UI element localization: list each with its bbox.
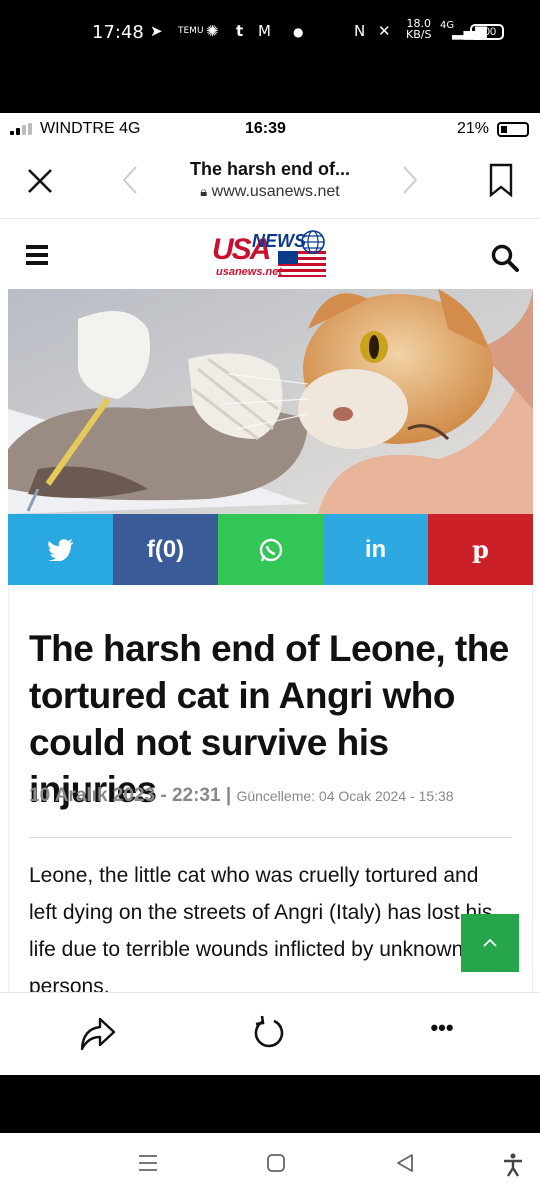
- page-title: The harsh end of...: [189, 159, 350, 179]
- facebook-share-button[interactable]: f(0): [113, 514, 218, 585]
- tumblr-icon: t: [236, 22, 244, 40]
- site-logo[interactable]: USA NEWS usanews.net: [212, 229, 330, 281]
- battery-percent: 21%: [457, 120, 490, 137]
- article: The harsh end of Leone, the tortured cat…: [8, 585, 533, 1005]
- back-chevron-icon[interactable]: [120, 165, 140, 195]
- temu-icon: TEMU: [178, 26, 204, 36]
- lock-icon: 🔒︎: [200, 184, 208, 199]
- hero-image: [8, 289, 533, 514]
- divider: [29, 837, 512, 838]
- twitter-icon: [47, 538, 73, 561]
- facebook-icon: f(0): [146, 535, 185, 563]
- hamburger-menu-icon[interactable]: [26, 245, 48, 265]
- search-icon[interactable]: [490, 243, 520, 273]
- recent-apps-icon[interactable]: [137, 1153, 159, 1173]
- forward-chevron-icon[interactable]: [400, 165, 420, 195]
- twitter-share-button[interactable]: [8, 514, 113, 585]
- pinterest-share-button[interactable]: p: [428, 514, 533, 585]
- pinterest-icon: p: [472, 535, 489, 564]
- reload-icon[interactable]: [252, 1013, 288, 1051]
- globe-icon: [301, 230, 325, 254]
- dot-icon: ●: [293, 25, 304, 39]
- carrier-name: WINDTRE 4G: [40, 120, 141, 137]
- inner-status-bar: WINDTRE 4G 16:39 21%: [0, 113, 540, 143]
- back-icon[interactable]: [395, 1153, 415, 1173]
- gmail-icon: M: [258, 22, 271, 40]
- browser-header: The harsh end of... 🔒︎ www.usanews.net: [0, 143, 540, 219]
- home-icon[interactable]: [266, 1153, 286, 1173]
- whatsapp-icon: [259, 538, 282, 561]
- article-body: Leone, the little cat who was cruelly to…: [29, 864, 493, 998]
- inner-clock: 16:39: [245, 120, 286, 137]
- chevron-up-icon: [483, 938, 497, 947]
- android-nav-bar: [0, 1133, 540, 1200]
- battery-icon: [497, 122, 529, 137]
- share-bar: f(0) in p: [8, 514, 533, 585]
- battery-indicator: 100: [470, 24, 504, 40]
- site-header: USA NEWS usanews.net: [0, 219, 540, 289]
- linkedin-icon: in: [364, 535, 387, 563]
- meta-separator: |: [225, 785, 237, 806]
- logo-subtitle: usanews.net: [216, 266, 283, 278]
- nfc-icon: N: [354, 22, 366, 40]
- close-icon[interactable]: [26, 167, 54, 195]
- app-notification-icon: ✺: [206, 22, 219, 40]
- share-icon[interactable]: [78, 1015, 118, 1053]
- injured-cat-photo: [8, 289, 533, 514]
- accessibility-icon[interactable]: [502, 1153, 524, 1177]
- url-text: www.usanews.net: [211, 183, 340, 200]
- outer-clock: 17:48: [92, 22, 144, 43]
- cellular-signal-icon: [10, 123, 36, 135]
- scroll-to-top-button[interactable]: [461, 914, 519, 972]
- linkedin-share-button[interactable]: in: [323, 514, 428, 585]
- publish-date: 10 Aralık 2023 - 22:31: [29, 785, 221, 806]
- phone-screen: WINDTRE 4G 16:39 21% The harsh end of...…: [0, 113, 540, 1075]
- mute-icon: ✕: [378, 22, 391, 40]
- page-url: 🔒︎ www.usanews.net: [150, 183, 390, 201]
- whatsapp-share-button[interactable]: [218, 514, 323, 585]
- net-speed: 18.0 KB/S: [406, 18, 431, 40]
- outer-status-bar: 17:48 ➤ TEMU ✺ t M ● N ✕ 18.0 KB/S 4G ▂▄▆…: [0, 0, 540, 113]
- more-options-icon[interactable]: •••: [425, 1015, 459, 1049]
- bookmark-icon[interactable]: [488, 163, 514, 197]
- update-date: Güncelleme: 04 Ocak 2024 - 15:38: [236, 788, 454, 804]
- browser-toolbar: •••: [0, 992, 540, 1075]
- telegram-icon: ➤: [150, 22, 163, 40]
- net-speed-unit: KB/S: [406, 28, 432, 41]
- logo-news: NEWS: [252, 231, 306, 251]
- article-meta: 10 Aralık 2023 - 22:31 | Güncelleme: 04 …: [29, 785, 519, 807]
